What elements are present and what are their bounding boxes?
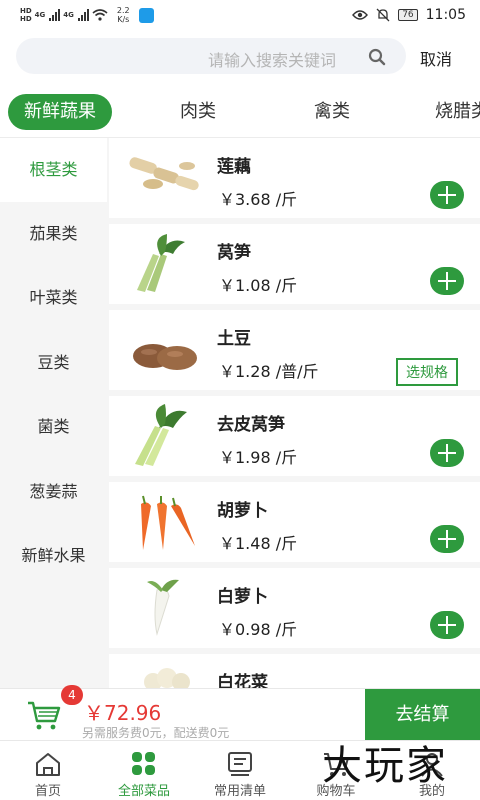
add-to-cart-button[interactable] (430, 181, 464, 209)
lotus-root-image (129, 157, 199, 191)
product-name: 去皮莴笋 (217, 415, 285, 435)
status-bar: HD HD 4G 4G 2.2 K/s 76 11:05 (0, 0, 480, 30)
tab-roast-meat[interactable]: 烧腊类 (435, 94, 480, 130)
product-card[interactable]: 土豆 ￥1.28 /普/斤 选规格 (109, 310, 480, 390)
hd-indicator: HD HD (20, 7, 32, 23)
sidebar-item-mushrooms[interactable]: 菌类 (0, 395, 107, 459)
lettuce-stem-image (137, 234, 185, 292)
network-type-1: 4G (34, 11, 46, 19)
eye-icon (352, 10, 369, 20)
sidebar-item-root-vegetables[interactable]: 根茎类 (0, 138, 107, 202)
sidebar-item-fruits[interactable]: 新鲜水果 (0, 524, 107, 588)
product-card[interactable]: 白萝卜 ￥0.98 /斤 (109, 568, 480, 648)
cauliflower-image (144, 668, 190, 688)
product-name: 土豆 (217, 329, 251, 349)
status-bar-left: HD HD 4G 4G 2.2 K/s (20, 6, 154, 24)
sidebar-item-leafy-greens[interactable]: 叶菜类 (0, 266, 107, 330)
search-icon[interactable] (368, 48, 386, 66)
net-speed-value: 2.2 (116, 6, 130, 15)
sidebar-item-beans[interactable]: 豆类 (0, 331, 107, 395)
cart-icon[interactable] (26, 699, 62, 731)
checkout-button[interactable]: 去结算 (365, 689, 480, 741)
carrot-image (141, 495, 195, 550)
net-speed-unit: K/s (117, 15, 130, 24)
sidebar-item-nightshades[interactable]: 茄果类 (0, 202, 107, 266)
grid-icon (132, 752, 155, 775)
watermark-logo: 大玩家 (322, 743, 448, 789)
add-to-cart-button[interactable] (430, 611, 464, 639)
product-card[interactable]: 莴笋 ￥1.08 /斤 (109, 224, 480, 304)
signal-icon (49, 9, 61, 21)
product-name: 白花菜 (217, 673, 268, 688)
peeled-lettuce-image (135, 404, 187, 466)
product-list: 莲藕 ￥3.68 /斤 莴笋 ￥1.08 /斤 土豆 ￥1.28 /普/斤 选规… (107, 138, 480, 688)
battery-icon: 76 (398, 9, 418, 21)
add-to-cart-button[interactable] (430, 267, 464, 295)
nav-label: 全部菜品 (117, 784, 170, 799)
product-price: ￥1.98 /斤 (219, 448, 298, 467)
signal-icon-2 (77, 9, 89, 21)
mute-bell-icon (376, 8, 390, 22)
search-input[interactable]: 请输入搜索关键词 (16, 38, 406, 74)
nav-home[interactable]: 首页 (0, 741, 96, 800)
cart-summary-bar: 4 ￥72.96 另需服务费0元，配送费0元 去结算 (0, 685, 480, 741)
clock: 11:05 (425, 7, 466, 23)
product-price: ￥1.08 /斤 (219, 276, 298, 295)
network-type-2: 4G (63, 11, 74, 19)
product-price: ￥3.68 /斤 (219, 190, 298, 209)
list-icon (228, 752, 252, 776)
nav-common-list[interactable]: 常用清单 (192, 741, 288, 800)
tab-meat[interactable]: 肉类 (180, 94, 216, 130)
status-bar-right: 76 11:05 (352, 7, 466, 23)
product-card[interactable]: 莲藕 ￥3.68 /斤 (109, 138, 480, 218)
nav-all-dishes[interactable]: 全部菜品 (96, 741, 192, 800)
sidebar-item-aromatics[interactable]: 葱姜蒜 (0, 460, 107, 524)
product-price: ￥0.98 /斤 (219, 620, 298, 639)
radish-image (147, 579, 179, 636)
nav-label: 首页 (34, 784, 61, 799)
nav-label: 常用清单 (213, 784, 266, 799)
fee-note: 另需服务费0元，配送费0元 (82, 726, 230, 740)
product-name: 胡萝卜 (217, 501, 268, 521)
hd-label-1: HD (20, 7, 32, 15)
select-spec-button[interactable]: 选规格 (396, 358, 458, 386)
wifi-icon (92, 9, 108, 21)
search-placeholder: 请输入搜索关键词 (207, 51, 336, 70)
tab-fresh-vegetables[interactable]: 新鲜蔬果 (8, 94, 112, 130)
product-price: ￥1.28 /普/斤 (219, 362, 319, 381)
product-name: 莴笋 (217, 243, 251, 263)
product-name: 莲藕 (217, 157, 251, 177)
product-name: 白萝卜 (217, 587, 268, 607)
cart-total: ￥72.96 (84, 701, 162, 725)
cart-count-badge: 4 (61, 685, 83, 705)
potato-image (133, 344, 197, 370)
cancel-button[interactable]: 取消 (420, 46, 452, 70)
product-card[interactable]: 去皮莴笋 ￥1.98 /斤 (109, 396, 480, 476)
tab-poultry[interactable]: 禽类 (314, 94, 350, 130)
app-notification-icon (138, 7, 154, 23)
home-icon (36, 753, 60, 776)
category-tabs: 新鲜蔬果 肉类 禽类 烧腊类 (0, 86, 480, 138)
net-speed: 2.2 K/s (117, 6, 130, 24)
subcategory-sidebar: 根茎类 茄果类 叶菜类 豆类 菌类 葱姜蒜 新鲜水果 (0, 138, 107, 688)
product-card[interactable]: 白花菜 (109, 654, 480, 688)
product-card[interactable]: 胡萝卜 ￥1.48 /斤 (109, 482, 480, 562)
product-price: ￥1.48 /斤 (219, 534, 298, 553)
hd-label-2: HD (20, 15, 32, 23)
search-bar: 请输入搜索关键词 取消 (0, 30, 480, 86)
add-to-cart-button[interactable] (430, 439, 464, 467)
add-to-cart-button[interactable] (430, 525, 464, 553)
